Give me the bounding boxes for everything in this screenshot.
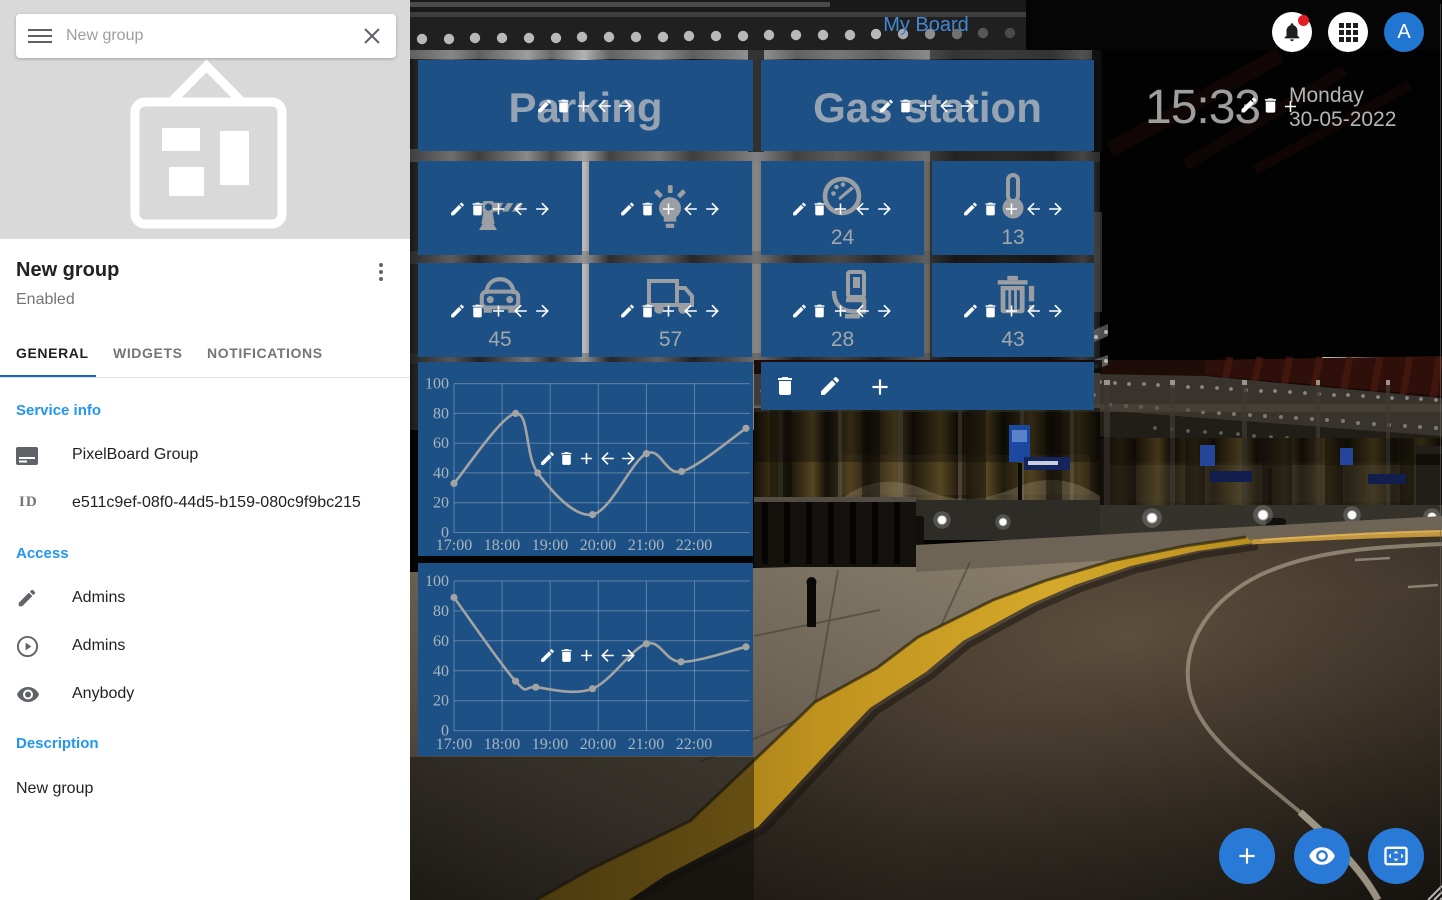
svg-text:22:00: 22:00 bbox=[676, 736, 712, 753]
svg-text:19:00: 19:00 bbox=[532, 736, 568, 753]
svg-text:21:00: 21:00 bbox=[628, 537, 664, 554]
svg-text:80: 80 bbox=[433, 405, 449, 422]
svg-text:40: 40 bbox=[433, 663, 449, 680]
svg-text:20: 20 bbox=[433, 495, 449, 512]
svg-text:19:00: 19:00 bbox=[532, 537, 568, 554]
svg-text:100: 100 bbox=[425, 573, 449, 590]
svg-text:100: 100 bbox=[425, 376, 449, 393]
svg-text:40: 40 bbox=[433, 465, 449, 482]
svg-text:20:00: 20:00 bbox=[580, 736, 616, 753]
svg-text:20: 20 bbox=[433, 693, 449, 710]
svg-text:18:00: 18:00 bbox=[484, 537, 520, 554]
svg-text:17:00: 17:00 bbox=[436, 537, 472, 554]
svg-text:18:00: 18:00 bbox=[484, 736, 520, 753]
svg-text:60: 60 bbox=[433, 435, 449, 452]
svg-text:80: 80 bbox=[433, 603, 449, 620]
svg-text:60: 60 bbox=[433, 633, 449, 650]
svg-text:22:00: 22:00 bbox=[676, 537, 712, 554]
svg-text:20:00: 20:00 bbox=[580, 537, 616, 554]
svg-text:17:00: 17:00 bbox=[436, 736, 472, 753]
svg-text:21:00: 21:00 bbox=[628, 736, 664, 753]
